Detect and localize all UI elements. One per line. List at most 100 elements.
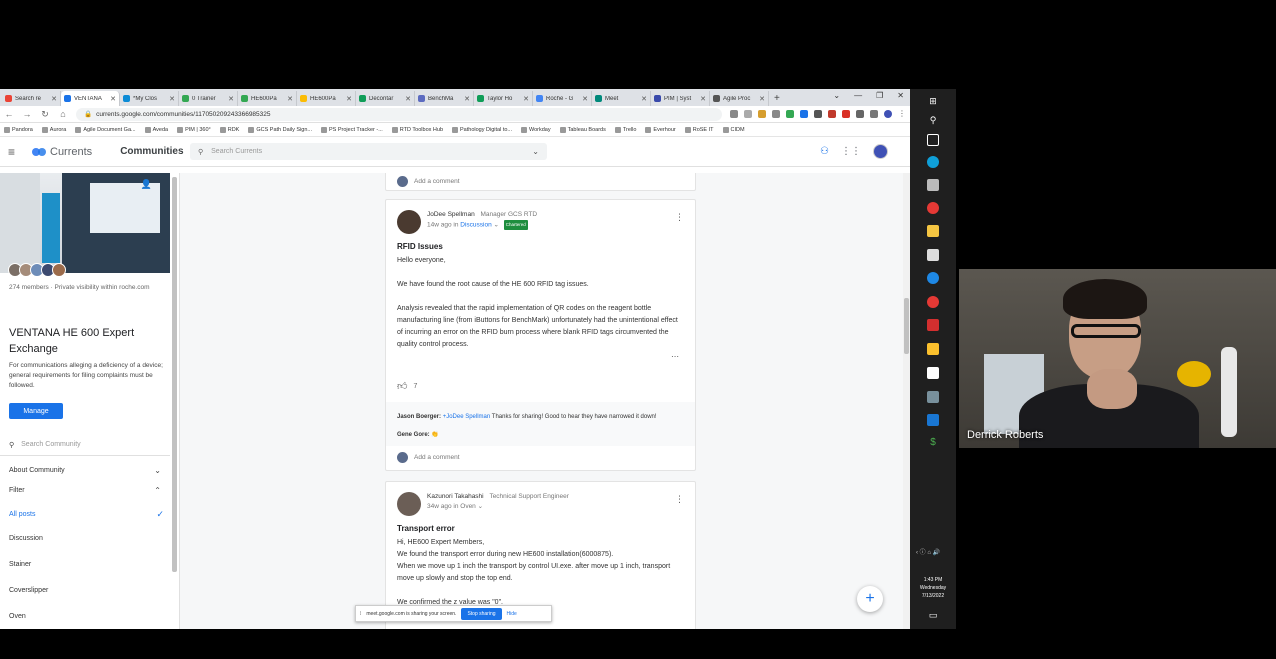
browser-tab[interactable]: Meet ✕ (592, 91, 651, 106)
communities-tab[interactable]: Communities (120, 146, 183, 157)
bookmark-item[interactable]: Tableau Boards (559, 126, 606, 133)
create-post-button[interactable]: + (857, 586, 883, 612)
windows-start-icon[interactable]: ⊞ (927, 95, 939, 107)
extension-icon[interactable] (800, 110, 808, 118)
manage-button[interactable]: Manage (9, 403, 63, 419)
browser-tab[interactable]: Decontar ✕ (356, 91, 415, 106)
thumbs-up-icon[interactable]: 👍︎ (397, 380, 407, 392)
add-comment-row[interactable]: Add a comment (386, 173, 695, 192)
extension-icon[interactable] (814, 110, 822, 118)
stop-sharing-button[interactable]: Stop sharing (461, 607, 502, 620)
browser-tab[interactable]: VENTANA ✕ (61, 91, 120, 106)
bookmark-item[interactable]: Workday (521, 126, 551, 133)
extension-icon[interactable] (842, 110, 850, 118)
close-tab-icon[interactable]: ✕ (523, 95, 529, 103)
reload-icon[interactable]: ↻ (40, 109, 50, 120)
bookmark-item[interactable]: PIM | 360° (177, 126, 211, 133)
chevron-down-icon[interactable]: ⌄ (478, 503, 483, 510)
extension-icon[interactable] (758, 110, 766, 118)
tab-search-icon[interactable]: ⌄ (833, 91, 840, 100)
close-tab-icon[interactable]: ✕ (759, 95, 765, 103)
author-name[interactable]: JoDee Spellman (427, 211, 475, 218)
file-explorer-icon[interactable] (927, 225, 939, 237)
comment-author[interactable]: Gene Gore: (397, 432, 430, 438)
sidepanel-icon[interactable] (870, 110, 878, 118)
forward-icon[interactable]: → (22, 109, 32, 119)
search-icon[interactable]: ⚲ (927, 114, 939, 126)
sway-icon[interactable] (927, 414, 939, 426)
close-tab-icon[interactable]: ✕ (228, 95, 234, 103)
browser-tab[interactable]: PIM | Syst ✕ (651, 91, 710, 106)
community-people-icon[interactable]: ⚇ (820, 146, 829, 157)
acrobat-icon[interactable] (927, 319, 939, 331)
bookmark-item[interactable]: RDK (219, 126, 239, 133)
browser-tab[interactable]: BenchMa ✕ (415, 91, 474, 106)
bookmark-item[interactable]: RTD Toolbox Hub (391, 126, 443, 133)
system-tray[interactable]: ‹ ⓘ ⌂ 🔊 (916, 547, 940, 556)
apps-grid-icon[interactable]: ⋮⋮ (841, 146, 861, 157)
close-tab-icon[interactable]: ✕ (110, 95, 116, 103)
search-currents-input[interactable]: ⚲ Search Currents ⌄ (190, 143, 547, 160)
sidebar-scrollbar[interactable] (172, 177, 177, 572)
close-window-icon[interactable]: ✕ (897, 91, 904, 100)
filter-item[interactable]: All posts ✓ (9, 509, 164, 520)
comment-author[interactable]: Jason Boerger: (397, 414, 441, 420)
bookmark-item[interactable]: CIDM (722, 126, 745, 133)
filter-item[interactable]: Coverslipper (9, 587, 164, 594)
close-tab-icon[interactable]: ✕ (51, 95, 57, 103)
user-avatar[interactable] (873, 144, 888, 159)
browser-tab[interactable]: *My Clos ✕ (120, 91, 179, 106)
url-field[interactable]: 🔒 currents.google.com/communities/117050… (76, 107, 722, 121)
home-icon[interactable]: ⌂ (58, 109, 68, 119)
minimize-icon[interactable]: — (854, 91, 862, 100)
post-category[interactable]: Discussion (460, 222, 491, 229)
new-tab-button[interactable]: + (769, 91, 785, 106)
bookmark-item[interactable]: PS Project Tracker -... (321, 126, 383, 133)
internet-explorer-icon[interactable] (927, 272, 939, 284)
notifications-icon[interactable]: ▭ (927, 609, 939, 621)
drag-handle-icon[interactable]: ⁞ (360, 611, 361, 617)
filter-item[interactable]: Oven (9, 613, 164, 620)
chrome-icon[interactable] (927, 202, 939, 214)
bookmark-item[interactable]: Trello (614, 126, 636, 133)
close-tab-icon[interactable]: ✕ (641, 95, 647, 103)
add-member-icon[interactable]: 👤 (141, 179, 152, 190)
close-tab-icon[interactable]: ✕ (700, 95, 706, 103)
browser-tab[interactable]: 0 Trainer ✕ (179, 91, 238, 106)
bookmark-item[interactable]: Aurora (41, 126, 66, 133)
share-icon[interactable] (730, 110, 738, 118)
clock[interactable]: 1:43 PM Wednesday 7/13/2022 (910, 576, 956, 600)
browser-tab[interactable]: HE600Pa ✕ (297, 91, 356, 106)
bookmark-star-icon[interactable] (744, 110, 752, 118)
close-tab-icon[interactable]: ✕ (346, 95, 352, 103)
browser-tab[interactable]: Agile Proc ✕ (710, 91, 769, 106)
extension-icon[interactable] (772, 110, 780, 118)
menu-icon[interactable]: ≡ (8, 145, 26, 159)
search-community-input[interactable]: ⚲ Search Community (0, 434, 170, 456)
browser-tab[interactable]: Taylor Ho ✕ (474, 91, 533, 106)
post-time[interactable]: 34w ago (427, 503, 452, 510)
post-time[interactable]: 14w ago (427, 222, 452, 229)
post-menu-icon[interactable]: ⋮ (675, 494, 684, 505)
dollar-icon[interactable]: $ (927, 437, 939, 449)
bookmark-item[interactable]: Pandora (4, 126, 33, 133)
post-menu-icon[interactable]: ⋮ (675, 212, 684, 223)
back-icon[interactable]: ← (4, 109, 14, 119)
add-comment-row[interactable]: Add a comment (386, 446, 695, 468)
about-community-toggle[interactable]: About Community ⌄ (0, 460, 170, 480)
comment-mention[interactable]: +JoDee Spellman (443, 414, 491, 420)
close-tab-icon[interactable]: ✕ (464, 95, 470, 103)
extension-icon[interactable] (828, 110, 836, 118)
app-icon[interactable] (927, 391, 939, 403)
bookmark-item[interactable]: GCS Path Daily Sign... (248, 126, 312, 133)
author-name[interactable]: Kazunori Takahashi (427, 493, 484, 500)
close-tab-icon[interactable]: ✕ (169, 95, 175, 103)
more-options-icon[interactable]: ⋯ (671, 352, 679, 361)
teams-icon[interactable] (927, 367, 939, 379)
filter-toggle[interactable]: Filter ⌃ (0, 480, 170, 500)
bookmark-item[interactable]: RoSE IT (684, 126, 714, 133)
feed-scrollbar[interactable] (903, 173, 910, 629)
browser-tab[interactable]: HE600Pa ✕ (238, 91, 297, 106)
bookmark-item[interactable]: Pathology Digital to... (452, 126, 512, 133)
app-icon[interactable] (927, 249, 939, 261)
